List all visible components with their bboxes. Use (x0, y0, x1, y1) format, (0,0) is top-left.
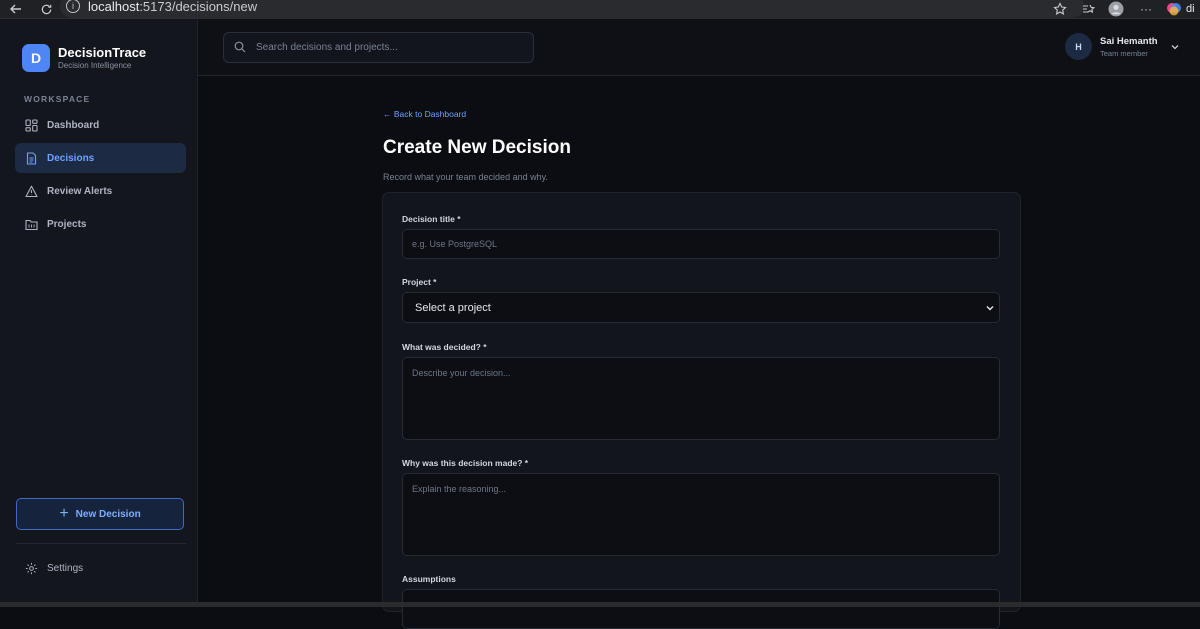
bookmark-star-icon[interactable] (1052, 1, 1068, 17)
gear-icon (24, 561, 38, 575)
page-subtitle: Record what your team decided and why. (383, 172, 548, 182)
plus-icon: + (59, 505, 69, 522)
sidebar-item-label: Review Alerts (47, 185, 113, 197)
folder-icon (24, 217, 38, 231)
sidebar-item-dashboard[interactable]: Dashboard (15, 110, 186, 140)
project-select[interactable]: Select a project (402, 292, 1000, 323)
what-decided-label: What was decided? * (402, 342, 487, 352)
sidebar-item-label: Decisions (47, 152, 95, 164)
page-title: Create New Decision (383, 137, 571, 158)
top-bar: H Sai Hemanth Team member (198, 19, 1200, 76)
window-bottom-edge (0, 602, 1200, 607)
why-decided-textarea[interactable] (402, 473, 1000, 556)
project-label: Project * (402, 277, 437, 287)
brand-subtitle: Decision Intelligence (58, 60, 132, 70)
site-info-icon[interactable]: i (66, 0, 80, 13)
main-content: ← Back to Dashboard Create New Decision … (198, 76, 1200, 629)
sidebar: D DecisionTrace Decision Intelligence WO… (0, 19, 198, 602)
favorites-icon[interactable] (1080, 1, 1096, 17)
assumptions-label: Assumptions (402, 574, 456, 584)
sidebar-nav: Dashboard Decisions Review Alerts Projec… (15, 110, 186, 242)
address-bar[interactable]: i localhost:5173/decisions/new (60, 0, 1084, 18)
alert-triangle-icon (24, 184, 38, 198)
sidebar-item-settings[interactable]: Settings (24, 561, 83, 575)
sidebar-item-projects[interactable]: Projects (15, 209, 186, 239)
chevron-down-icon (1170, 42, 1180, 52)
avatar: H (1065, 33, 1092, 60)
profile-avatar-icon[interactable] (1108, 1, 1124, 17)
back-to-dashboard-link[interactable]: ← Back to Dashboard (383, 109, 466, 119)
assumptions-textarea[interactable] (402, 589, 1000, 629)
sidebar-item-label: Dashboard (47, 119, 100, 131)
new-decision-label: New Decision (75, 508, 141, 520)
workspace-section-label: WORKSPACE (24, 94, 91, 104)
search-box[interactable] (223, 32, 534, 63)
decision-form-card: Decision title * Project * Select a proj… (382, 192, 1021, 629)
search-icon (234, 41, 247, 54)
sidebar-divider (16, 543, 186, 544)
what-decided-textarea[interactable] (402, 357, 1000, 440)
user-role: Team member (1100, 48, 1148, 58)
brand-name: DecisionTrace (58, 44, 147, 60)
chevron-down-icon (985, 303, 995, 313)
why-decided-label: Why was this decision made? * (402, 458, 529, 468)
url-text: localhost:5173/decisions/new (88, 0, 258, 14)
user-name: Sai Hemanth (1100, 35, 1158, 47)
reload-icon[interactable] (38, 1, 54, 17)
sidebar-item-review-alerts[interactable]: Review Alerts (15, 176, 186, 206)
dashboard-grid-icon (24, 118, 38, 132)
project-select-value: Select a project (415, 301, 491, 314)
copilot-icon[interactable] (1166, 1, 1182, 17)
brand-logo: D (22, 44, 50, 72)
sidebar-item-decisions[interactable]: Decisions (15, 143, 186, 173)
search-input[interactable] (256, 42, 516, 53)
decision-title-input[interactable] (402, 229, 1000, 259)
back-arrow-icon[interactable] (8, 1, 24, 17)
sidebar-item-label: Projects (47, 218, 87, 230)
brand[interactable]: D DecisionTrace Decision Intelligence (22, 44, 146, 72)
document-icon (24, 151, 38, 165)
browser-partial-text: di (1186, 3, 1195, 15)
browser-toolbar: i localhost:5173/decisions/new ··· di (0, 0, 1200, 19)
settings-label: Settings (47, 562, 84, 574)
new-decision-button[interactable]: + New Decision (16, 498, 184, 530)
decision-title-label: Decision title * (402, 214, 461, 224)
more-options-icon[interactable]: ··· (1138, 1, 1154, 17)
user-menu[interactable]: H Sai Hemanth Team member (1065, 33, 1180, 60)
